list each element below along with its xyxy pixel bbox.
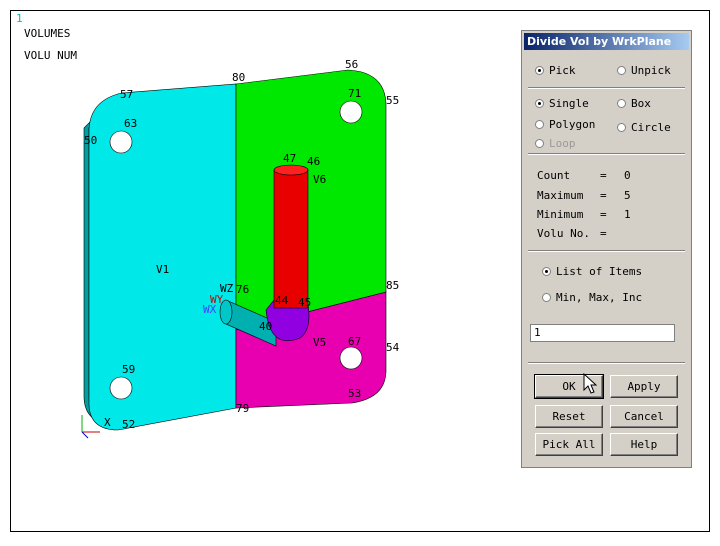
stat-label: Count — [537, 169, 571, 182]
kp-label: 53 — [348, 387, 361, 400]
stat-eq: = — [600, 208, 607, 221]
kp-label: 59 — [122, 363, 135, 376]
cancel-button[interactable]: Cancel — [610, 405, 678, 428]
dialog-title[interactable]: Divide Vol by WrkPlane — [524, 33, 689, 50]
separator — [528, 250, 685, 252]
kp-label: 47 — [283, 152, 296, 165]
radio-indicator — [535, 66, 544, 75]
hole-upper-left — [109, 130, 133, 154]
radio-polygon[interactable]: Polygon — [535, 118, 595, 131]
pipe-vertical — [273, 169, 309, 309]
radio-indicator — [542, 267, 551, 276]
kp-label: 79 — [236, 402, 249, 415]
radio-indicator — [617, 99, 626, 108]
radio-indicator — [535, 139, 544, 148]
label-v6: V6 — [313, 173, 326, 186]
kp-label: 80 — [232, 71, 245, 84]
divide-vol-dialog: Divide Vol by WrkPlane Pick Unpick Singl… — [521, 30, 692, 468]
kp-label: 50 — [84, 134, 97, 147]
label-v5: V5 — [313, 336, 326, 349]
radio-circle[interactable]: Circle — [617, 121, 671, 134]
kp-label: 56 — [345, 58, 358, 71]
hole-upper-right — [339, 100, 363, 124]
pipe-top-face — [273, 164, 309, 176]
mouse-pointer-icon — [583, 373, 597, 394]
kp-label: 46 — [307, 155, 320, 168]
apply-button[interactable]: Apply — [610, 375, 678, 398]
radio-indicator — [617, 66, 626, 75]
kp-label: 76 — [236, 283, 249, 296]
help-button[interactable]: Help — [610, 433, 678, 456]
radio-label: Polygon — [549, 118, 596, 131]
label-v1: V1 — [156, 263, 169, 276]
pick-all-button[interactable]: Pick All — [535, 433, 603, 456]
kp-label: 85 — [386, 279, 399, 292]
radio-label: List of Items — [556, 265, 643, 278]
stat-label: Volu No. — [537, 227, 590, 240]
stat-value: 0 — [624, 169, 631, 182]
kp-label: 54 — [386, 341, 400, 354]
kp-label: 52 — [122, 418, 135, 431]
kp-label: 40 — [259, 320, 272, 333]
separator — [528, 87, 685, 89]
separator — [528, 362, 685, 364]
stat-eq: = — [600, 189, 607, 202]
wp-wx-label: WX — [203, 303, 217, 316]
triad-x-label: X — [104, 416, 111, 429]
kp-label: 55 — [386, 94, 399, 107]
radio-min-max-inc[interactable]: Min, Max, Inc — [542, 291, 642, 304]
item-input[interactable]: 1 — [530, 324, 675, 342]
kp-label: 57 — [120, 88, 133, 101]
radio-label: Box — [631, 97, 651, 110]
stat-value: 5 — [624, 189, 631, 202]
radio-box[interactable]: Box — [617, 97, 651, 110]
stat-label: Minimum — [537, 208, 584, 221]
kp-label: 63 — [124, 117, 137, 130]
radio-label: Pick — [549, 64, 576, 77]
separator — [528, 153, 685, 155]
kp-label: 45 — [298, 296, 311, 309]
reset-button[interactable]: Reset — [535, 405, 603, 428]
radio-indicator — [617, 123, 626, 132]
stat-eq: = — [600, 227, 607, 240]
hole-lower-left — [109, 376, 133, 400]
stat-label: Maximum — [537, 189, 584, 202]
radio-loop: Loop — [535, 137, 576, 150]
radio-indicator — [535, 120, 544, 129]
stat-value: 1 — [624, 208, 631, 221]
radio-label: Circle — [631, 121, 671, 134]
radio-unpick[interactable]: Unpick — [617, 64, 671, 77]
volume-v6[interactable] — [235, 69, 387, 331]
kp-label: 67 — [348, 335, 361, 348]
volume-v1[interactable] — [88, 83, 237, 431]
triad-z-axis — [81, 431, 89, 439]
kp-label: 44 — [275, 294, 289, 307]
radio-indicator — [542, 293, 551, 302]
radio-label: Single — [549, 97, 589, 110]
radio-pick[interactable]: Pick — [535, 64, 576, 77]
stat-eq: = — [600, 169, 607, 182]
radio-label: Min, Max, Inc — [556, 291, 643, 304]
radio-list-of-items[interactable]: List of Items — [542, 265, 642, 278]
radio-indicator — [535, 99, 544, 108]
radio-single[interactable]: Single — [535, 97, 589, 110]
radio-label: Unpick — [631, 64, 671, 77]
radio-label: Loop — [549, 137, 576, 150]
hole-lower-right — [339, 346, 363, 370]
kp-label: 71 — [348, 87, 361, 100]
